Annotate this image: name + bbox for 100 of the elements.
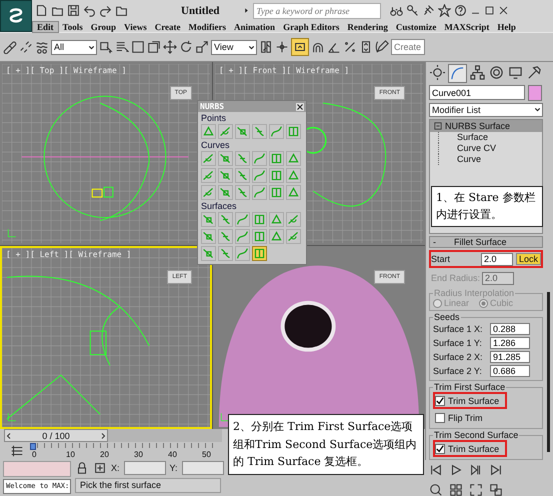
close-icon[interactable] bbox=[498, 5, 508, 16]
trim-checkbox[interactable]: Trim Surface bbox=[433, 440, 507, 457]
snap-icon[interactable] bbox=[311, 40, 325, 54]
stack-subitem[interactable]: Curve CV bbox=[438, 142, 542, 154]
time-slider-track[interactable]: 0 / 100 bbox=[4, 429, 222, 442]
expand-arrow-icon[interactable] bbox=[242, 7, 250, 14]
keyboard-shortcut-toggle-icon[interactable] bbox=[291, 38, 309, 56]
rollout-header[interactable]: - Fillet Surface bbox=[429, 236, 543, 248]
menu-item[interactable]: Create bbox=[150, 22, 185, 32]
rect-icon[interactable] bbox=[131, 40, 145, 54]
list-icon[interactable] bbox=[115, 40, 129, 54]
collapse-icon[interactable] bbox=[434, 122, 442, 130]
curve-tab-icon[interactable] bbox=[448, 64, 467, 83]
reference-coordinate-dropdown[interactable]: View bbox=[211, 40, 257, 54]
help-icon[interactable] bbox=[454, 4, 466, 17]
spinner-icon[interactable] bbox=[359, 40, 373, 54]
mirror-icon[interactable] bbox=[259, 40, 273, 54]
seed-spinner-field[interactable]: 1.286 bbox=[490, 337, 530, 349]
menu-item[interactable]: Edit bbox=[32, 20, 59, 32]
undo-icon[interactable] bbox=[83, 4, 96, 17]
menu-item[interactable]: Customize bbox=[392, 22, 440, 32]
pencil-icon[interactable] bbox=[375, 40, 389, 54]
key-icon[interactable] bbox=[406, 4, 418, 17]
motion-tab-icon[interactable] bbox=[488, 64, 505, 81]
menu-item[interactable]: Group bbox=[86, 22, 120, 32]
scale-icon[interactable] bbox=[195, 40, 209, 54]
manip-icon[interactable] bbox=[275, 40, 289, 54]
time-slider-thumb[interactable]: 0 / 100 bbox=[4, 429, 108, 442]
bind-icon[interactable] bbox=[35, 40, 49, 54]
seed-spinner-field[interactable]: 91.285 bbox=[490, 351, 530, 363]
play-icon[interactable] bbox=[449, 463, 463, 477]
link-icon[interactable] bbox=[3, 40, 17, 54]
annotation-note: 2、分别在 Trim First Surface选项组和Trim Second Surface选项组内的 Trim Surface 复选框。 bbox=[228, 414, 424, 475]
end-radius-label: End Radius: bbox=[431, 273, 479, 283]
start-spinner-field[interactable]: 2.0 bbox=[480, 252, 513, 266]
zoom-all-icon[interactable] bbox=[449, 483, 463, 496]
checkbox[interactable] bbox=[435, 396, 445, 406]
previous-frame-icon[interactable] bbox=[5, 432, 13, 440]
next-key-icon[interactable] bbox=[469, 463, 483, 477]
menu-item[interactable]: Animation bbox=[230, 22, 280, 32]
zoom-icon[interactable] bbox=[429, 483, 443, 496]
menu-item[interactable]: Views bbox=[120, 22, 151, 32]
zoom-extents-icon[interactable] bbox=[469, 483, 483, 496]
sun-tab-icon[interactable] bbox=[429, 64, 446, 81]
folder-icon[interactable] bbox=[115, 4, 128, 17]
scrollbar[interactable] bbox=[547, 292, 550, 452]
lock-toggle-button[interactable]: Lock bbox=[516, 253, 541, 265]
menu-item[interactable]: Help bbox=[493, 22, 520, 32]
seed-spinner-field[interactable]: 0.288 bbox=[490, 323, 530, 335]
maxscript-listener-field[interactable] bbox=[3, 461, 71, 477]
current-frame-marker[interactable] bbox=[30, 442, 36, 450]
curve-editor-icon[interactable] bbox=[10, 444, 24, 458]
stack-subitem[interactable]: Curve bbox=[438, 154, 542, 165]
x-coordinate-field[interactable] bbox=[124, 461, 166, 475]
trim-checkbox[interactable]: Trim Surface bbox=[433, 392, 507, 409]
object-name-field[interactable]: Curve001 bbox=[429, 85, 525, 100]
app-logo-icon[interactable] bbox=[0, 0, 32, 32]
seed-spinner-field[interactable]: 0.686 bbox=[490, 365, 530, 377]
window-icon[interactable] bbox=[147, 40, 161, 54]
stack-subitem[interactable]: Surface bbox=[438, 132, 542, 143]
object-color-swatch[interactable] bbox=[528, 85, 542, 101]
select-icon[interactable] bbox=[99, 40, 113, 54]
go-to-end-icon[interactable] bbox=[489, 463, 503, 477]
maximize-viewport-icon[interactable] bbox=[489, 483, 503, 496]
percent-icon[interactable] bbox=[343, 40, 357, 54]
checkbox[interactable] bbox=[435, 412, 445, 422]
satellite-icon[interactable] bbox=[422, 4, 434, 17]
rotate-icon[interactable] bbox=[179, 40, 193, 54]
next-frame-icon[interactable] bbox=[99, 432, 107, 440]
frame-counter: 0 / 100 bbox=[42, 430, 70, 440]
close-icon[interactable] bbox=[296, 102, 304, 110]
transform-mode-icon[interactable] bbox=[93, 461, 107, 475]
modifier-list-dropdown[interactable]: Modifier List bbox=[429, 103, 543, 117]
stack-item[interactable]: NURBS Surface bbox=[430, 120, 542, 132]
group-title: Radius Interpolation bbox=[433, 288, 516, 298]
y-coordinate-field[interactable] bbox=[182, 461, 224, 475]
hierarchy-tab-icon[interactable] bbox=[469, 64, 486, 81]
hammer-tab-icon[interactable] bbox=[526, 64, 543, 81]
menu-item[interactable]: Modifiers bbox=[184, 22, 230, 32]
track-bar[interactable]: 0 10 20 30 40 50 bbox=[30, 442, 214, 458]
named-selection-field[interactable]: Create bbox=[391, 39, 425, 55]
rollout-toggle[interactable]: - bbox=[433, 236, 436, 247]
star-icon[interactable] bbox=[438, 4, 450, 17]
maximize-icon[interactable] bbox=[484, 5, 494, 16]
search-field[interactable]: Type a keyword or phrase bbox=[252, 2, 380, 18]
menu-item[interactable]: Graph Editors bbox=[279, 22, 344, 32]
save-icon[interactable] bbox=[67, 4, 80, 17]
x-coordinate-label: X: bbox=[111, 463, 120, 473]
menu-item[interactable]: Tools bbox=[58, 22, 87, 32]
selection-filter-dropdown[interactable]: All bbox=[51, 40, 97, 54]
redo-icon[interactable] bbox=[99, 4, 112, 17]
trim-checkbox[interactable]: Flip Trim bbox=[433, 409, 507, 426]
menu-item[interactable]: Rendering bbox=[343, 22, 392, 32]
menu-item[interactable]: MAXScript bbox=[440, 22, 494, 32]
new-icon[interactable] bbox=[35, 4, 48, 17]
lock-icon[interactable] bbox=[75, 461, 89, 475]
checkbox[interactable] bbox=[435, 444, 445, 454]
move-icon[interactable] bbox=[163, 40, 177, 54]
go-to-start-icon[interactable] bbox=[429, 463, 443, 477]
unlink-icon[interactable] bbox=[19, 40, 33, 54]
